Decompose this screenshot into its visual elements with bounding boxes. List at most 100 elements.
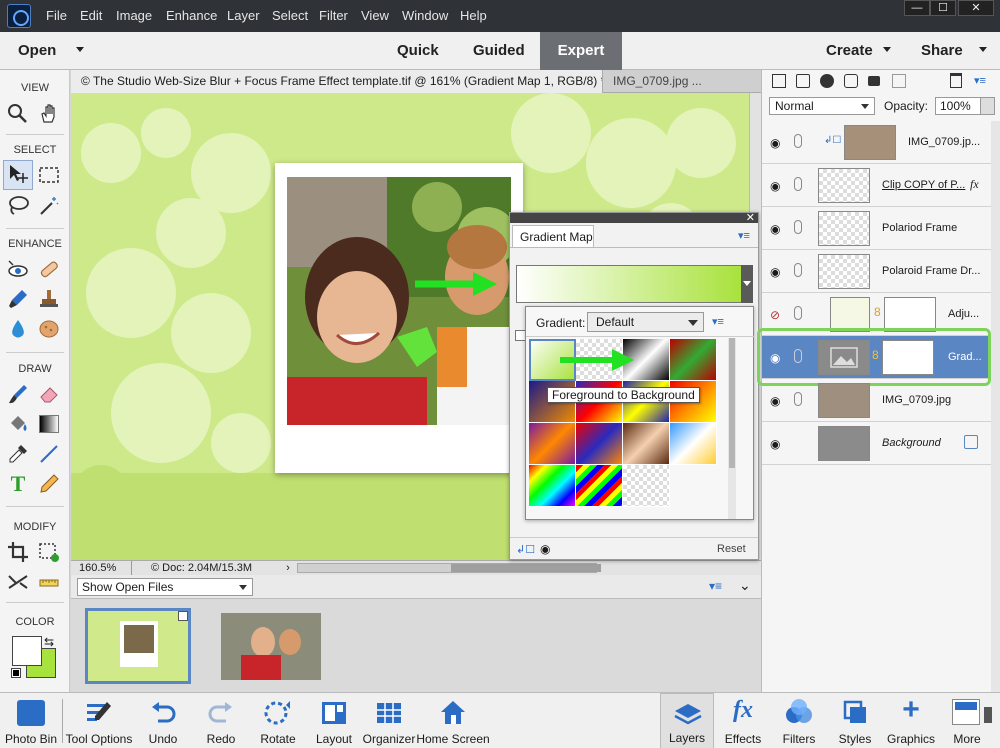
create-button[interactable]: Create bbox=[826, 32, 873, 70]
swatch-spectrum[interactable] bbox=[529, 465, 576, 507]
swatch-rainbow-stripes[interactable] bbox=[576, 465, 623, 507]
create-dropdown-icon[interactable] bbox=[883, 47, 891, 52]
minimize-button[interactable]: — bbox=[904, 0, 930, 16]
swatch-transparent-stripes[interactable] bbox=[623, 465, 670, 507]
link-icon[interactable] bbox=[794, 263, 802, 277]
layers-scrollbar[interactable] bbox=[991, 121, 1000, 692]
sponge-tool-icon[interactable] bbox=[37, 317, 61, 341]
menu-view[interactable]: View bbox=[361, 0, 389, 32]
effects-button[interactable]: fx Effects bbox=[716, 693, 770, 748]
link-icon[interactable] bbox=[794, 134, 802, 148]
menu-help[interactable]: Help bbox=[460, 0, 487, 32]
layers-panel-button[interactable]: Layers bbox=[660, 693, 714, 748]
tab-document-img0709[interactable]: IMG_0709.jpg ... bbox=[603, 70, 755, 93]
line-tool-icon[interactable] bbox=[37, 442, 61, 466]
swatch-red-green[interactable] bbox=[670, 339, 717, 381]
type-tool-icon[interactable]: T bbox=[6, 472, 30, 496]
foreground-color-swatch[interactable] bbox=[12, 636, 42, 666]
link-icon[interactable] bbox=[794, 306, 802, 320]
graphics-button[interactable]: + Graphics bbox=[884, 693, 938, 748]
hand-tool-icon[interactable] bbox=[37, 102, 61, 126]
menu-window[interactable]: Window bbox=[402, 0, 448, 32]
layer-name[interactable]: Polaroid Frame Dr... bbox=[882, 250, 988, 293]
pencil-tool-icon[interactable] bbox=[37, 472, 61, 496]
opacity-dropdown-button[interactable] bbox=[980, 98, 994, 114]
layer-name[interactable]: IMG_0709.jpg bbox=[882, 379, 986, 422]
lock-icon[interactable] bbox=[868, 76, 880, 86]
recompose-tool-icon[interactable] bbox=[37, 540, 61, 564]
tab-gradient-map[interactable]: Gradient Map bbox=[512, 225, 594, 247]
lasso-tool-icon[interactable] bbox=[6, 194, 30, 218]
gradient-tool-icon[interactable] bbox=[39, 415, 59, 433]
content-aware-move-tool-icon[interactable] bbox=[6, 570, 30, 594]
visibility-eye-icon[interactable]: ◉ bbox=[540, 542, 550, 556]
redo-button[interactable]: Redo bbox=[192, 693, 250, 748]
close-panel-icon[interactable]: ✕ bbox=[746, 211, 755, 224]
picker-scrollbar[interactable] bbox=[728, 338, 736, 519]
link-icon[interactable] bbox=[794, 220, 802, 234]
layer-name[interactable]: Polariod Frame bbox=[882, 207, 986, 250]
menu-file[interactable]: File bbox=[46, 0, 67, 32]
visibility-eye-icon[interactable]: ◉ bbox=[770, 437, 784, 451]
home-screen-button[interactable]: Home Screen bbox=[416, 693, 490, 748]
zoom-tool-icon[interactable] bbox=[6, 102, 30, 126]
menu-image[interactable]: Image bbox=[116, 0, 152, 32]
layer-row[interactable]: ◉ ↲☐ IMG_0709.jp... bbox=[762, 121, 991, 164]
undo-button[interactable]: Undo bbox=[134, 693, 192, 748]
filters-button[interactable]: Filters bbox=[772, 693, 826, 748]
hidden-eye-icon[interactable]: ⊘ bbox=[770, 308, 784, 322]
layer-row[interactable]: ◉ Background bbox=[762, 422, 991, 465]
open-dropdown-icon[interactable] bbox=[76, 47, 84, 52]
menu-edit[interactable]: Edit bbox=[80, 0, 102, 32]
gradient-preview-bar[interactable] bbox=[516, 265, 742, 303]
visibility-eye-icon[interactable]: ◉ bbox=[770, 265, 784, 279]
clone-stamp-tool-icon[interactable] bbox=[37, 287, 61, 311]
menu-enhance[interactable]: Enhance bbox=[166, 0, 217, 32]
swatch-chrome[interactable] bbox=[670, 423, 717, 465]
collapse-bin-icon[interactable]: ⌄ bbox=[739, 577, 751, 594]
new-group-icon[interactable] bbox=[796, 74, 810, 88]
layers-menu-icon[interactable]: ▾≡ bbox=[974, 74, 986, 87]
swap-colors-icon[interactable]: ⇆ bbox=[44, 635, 54, 649]
layer-mask-icon[interactable] bbox=[844, 74, 858, 88]
link-icon[interactable] bbox=[794, 392, 802, 406]
lock-transparency-icon[interactable] bbox=[892, 74, 906, 88]
visibility-eye-icon[interactable]: ◉ bbox=[770, 179, 784, 193]
tab-guided[interactable]: Guided bbox=[473, 32, 525, 70]
more-button[interactable]: More bbox=[940, 693, 994, 748]
move-tool-icon[interactable] bbox=[6, 163, 30, 187]
layer-row[interactable]: ◉ Polaroid Frame Dr... bbox=[762, 250, 991, 293]
layer-row[interactable]: ◉ Polariod Frame bbox=[762, 207, 991, 250]
brush-tool-icon[interactable] bbox=[6, 382, 30, 406]
bin-thumbnail-template[interactable] bbox=[85, 608, 191, 684]
menu-select[interactable]: Select bbox=[272, 0, 308, 32]
clip-to-layer-icon[interactable]: ↲☐ bbox=[516, 543, 535, 556]
link-icon[interactable] bbox=[794, 177, 802, 191]
opacity-field[interactable]: 100% bbox=[935, 97, 995, 115]
layout-button[interactable]: Layout bbox=[306, 693, 362, 748]
photo-bin-button[interactable]: Photo Bin bbox=[0, 693, 62, 748]
tab-expert[interactable]: Expert bbox=[540, 32, 622, 70]
reset-button[interactable]: Reset bbox=[717, 543, 746, 555]
crop-tool-icon[interactable] bbox=[6, 540, 30, 564]
new-layer-icon[interactable] bbox=[772, 74, 786, 88]
visibility-eye-icon[interactable]: ◉ bbox=[770, 136, 784, 150]
straighten-tool-icon[interactable] bbox=[37, 570, 61, 594]
blend-mode-dropdown[interactable]: Normal bbox=[769, 97, 875, 115]
layer-name[interactable]: Background bbox=[882, 422, 966, 465]
swatch-red-blue-orange[interactable] bbox=[576, 423, 623, 465]
show-open-files-dropdown[interactable]: Show Open Files bbox=[77, 578, 253, 596]
tab-document-active[interactable]: © The Studio Web-Size Blur + Focus Frame… bbox=[71, 70, 603, 93]
trash-icon[interactable] bbox=[950, 73, 962, 88]
layer-row[interactable]: ◉ IMG_0709.jpg bbox=[762, 379, 991, 422]
share-button[interactable]: Share bbox=[921, 32, 963, 70]
zoom-readout[interactable]: 160.5% bbox=[79, 561, 116, 575]
bin-options-menu-icon[interactable]: ▾≡ bbox=[709, 579, 722, 593]
tab-quick[interactable]: Quick bbox=[397, 32, 439, 70]
visibility-eye-icon[interactable]: ◉ bbox=[770, 222, 784, 236]
magic-wand-tool-icon[interactable] bbox=[37, 194, 61, 218]
spot-healing-tool-icon[interactable] bbox=[37, 257, 61, 281]
tool-options-button[interactable]: Tool Options bbox=[64, 693, 134, 748]
blur-tool-icon[interactable] bbox=[6, 317, 30, 341]
marquee-tool-icon[interactable] bbox=[37, 163, 61, 187]
